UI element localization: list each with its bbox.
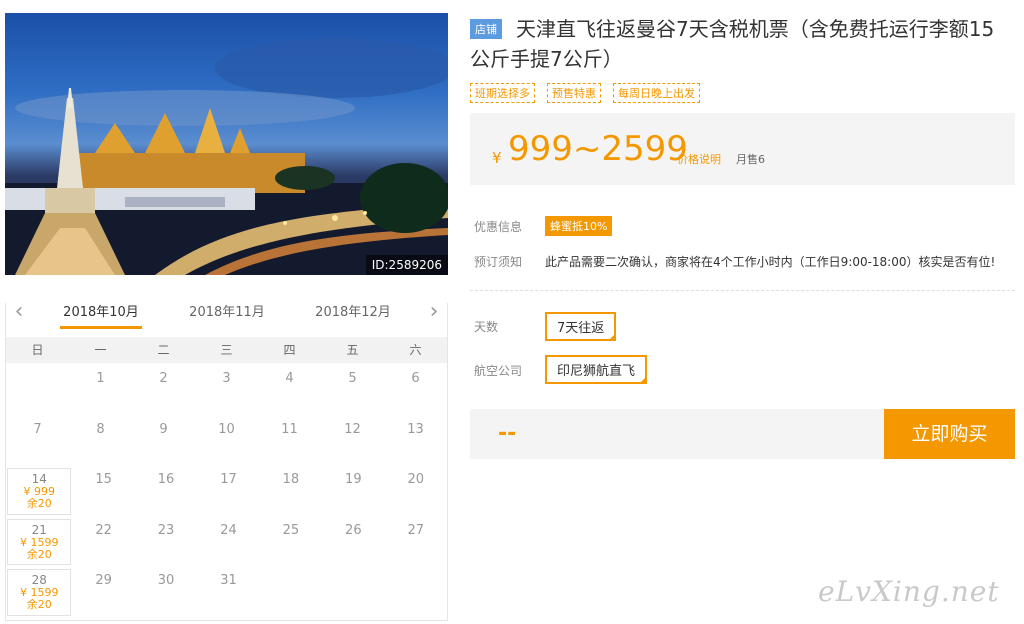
calendar-day: 7 (33, 421, 42, 437)
day-number: 21 (31, 522, 47, 537)
tab-month-oct[interactable]: 2018年10月 (46, 301, 156, 329)
image-id-label: ID:2589206 (365, 255, 448, 275)
price-box: ¥ 999~2599 价格说明 月售6 (470, 113, 1015, 185)
price-range: 999~2599 (508, 129, 688, 169)
prev-month-icon[interactable]: ‹ (9, 299, 29, 324)
weekday-sun: 日 (31, 343, 44, 357)
weekday-fri: 五 (346, 343, 359, 357)
calendar-day[interactable]: 28 ¥ 1599 余20 (7, 569, 72, 616)
days-label: 天数 (474, 320, 499, 334)
shop-tag: 店铺 (470, 19, 502, 39)
calendar-day: 9 (159, 421, 168, 437)
calendar-week-row: 7 8 9 10 11 12 13 (6, 416, 447, 467)
currency-symbol: ¥ (492, 149, 502, 167)
notice-text: 此产品需要二次确认，商家将在4个工作小时内（工作日9:00-18:00）核实是否… (545, 255, 996, 269)
promo-badge: 蜂蜜抵10% (545, 216, 613, 236)
calendar-day: 6 (411, 371, 420, 386)
calendar-day (322, 567, 384, 618)
tab-month-dec[interactable]: 2018年12月 (298, 301, 408, 320)
calendar-grid: 1 2 3 4 5 6 7 8 9 10 11 12 13 14 ¥ 999 余20 15 16 17 18 19 20 2… (6, 365, 447, 618)
calendar-day: 13 (407, 421, 424, 437)
days-option[interactable]: 7天往返 (545, 312, 617, 341)
weekday-tue: 二 (157, 343, 170, 357)
total-price: -- (498, 421, 517, 446)
feature-badges: 班期选择多 预售特惠 每周日晚上出发 (470, 83, 700, 103)
weekday-header: 日 一 二 三 四 五 六 (6, 337, 447, 363)
calendar-day: 2 (159, 371, 168, 386)
calendar-day[interactable]: 14 ¥ 999 余20 (7, 468, 72, 515)
day-number: 14 (31, 472, 47, 486)
day-stock: 余20 (26, 547, 52, 561)
calendar-day: 18 (282, 472, 300, 487)
calendar-day: 1 (96, 371, 105, 386)
price-note-link[interactable]: 价格说明 (677, 151, 721, 167)
weekday-thu: 四 (283, 343, 296, 357)
weekday-sat: 六 (409, 343, 422, 357)
temple-illustration (5, 38, 448, 275)
calendar-day: 26 (345, 522, 362, 538)
calendar-day (260, 567, 322, 618)
calendar-week-row: 14 ¥ 999 余20 15 16 17 18 19 20 (6, 466, 447, 517)
badge-sunday: 每周日晚上出发 (613, 83, 700, 103)
calendar-day: 5 (348, 371, 357, 386)
airline-label: 航空公司 (474, 364, 523, 378)
calendar-day: 19 (345, 472, 362, 487)
airline-option[interactable]: 印尼狮航直飞 (545, 355, 648, 384)
day-stock: 余20 (26, 598, 52, 611)
weekday-wed: 三 (220, 343, 233, 357)
calendar-day: 11 (281, 421, 298, 437)
next-month-icon[interactable]: › (424, 299, 444, 324)
calendar-day: 16 (157, 472, 175, 487)
calendar-week-row: 1 2 3 4 5 6 (6, 365, 447, 416)
badge-presale: 预售特惠 (547, 83, 601, 103)
calendar-week-row: 28 ¥ 1599 余20 29 30 31 (6, 567, 447, 618)
calendar-day: 31 (220, 573, 237, 588)
calendar-day: 27 (407, 522, 425, 538)
promo-label: 优惠信息 (474, 220, 523, 234)
day-stock: 余20 (26, 497, 52, 510)
month-tabs: ‹ 2018年10月 2018年11月 2018年12月 › (6, 295, 449, 337)
calendar-day: 15 (95, 472, 112, 487)
tab-month-nov[interactable]: 2018年11月 (172, 301, 282, 320)
day-number: 28 (31, 573, 47, 587)
calendar-day: 29 (95, 573, 112, 588)
buy-bar: -- 立即购买 (470, 409, 1015, 459)
calendar-day: 23 (157, 522, 175, 538)
calendar-day: 10 (218, 421, 235, 437)
weekday-mon: 一 (94, 343, 107, 357)
calendar-day: 30 (157, 573, 175, 588)
calendar-day[interactable]: 21 ¥ 1599 余20 (7, 518, 72, 565)
calendar-day: 22 (95, 522, 112, 538)
departure-calendar: ‹ 2018年10月 2018年11月 2018年12月 › 日 一 二 三 四… (5, 299, 448, 621)
calendar-day (385, 567, 447, 618)
calendar-day: 24 (220, 522, 237, 538)
calendar-day: 12 (344, 421, 361, 437)
hero-image: ID:2589206 (5, 13, 448, 275)
watermark-logo: eLvXing.net (818, 575, 1000, 608)
calendar-day: 20 (407, 472, 425, 487)
calendar-week-row: 21 ¥ 1599 余20 22 23 24 25 26 27 (6, 517, 447, 568)
calendar-day: 3 (222, 371, 231, 386)
calendar-day: 25 (282, 522, 300, 538)
calendar-day (6, 365, 69, 416)
product-title: 天津直飞往返曼谷7天含税机票（含免费托运行李额15公斤手提7公斤） (470, 17, 995, 71)
divider (470, 290, 1015, 291)
day-price: ¥ 1599 (19, 535, 59, 549)
calendar-day: 8 (96, 421, 105, 437)
monthly-sold: 月售6 (736, 153, 765, 166)
buy-now-button[interactable]: 立即购买 (884, 409, 1015, 459)
notice-label: 预订须知 (474, 255, 523, 269)
badge-schedule: 班期选择多 (470, 83, 535, 103)
calendar-day: 17 (220, 472, 237, 487)
calendar-day: 4 (285, 371, 294, 386)
